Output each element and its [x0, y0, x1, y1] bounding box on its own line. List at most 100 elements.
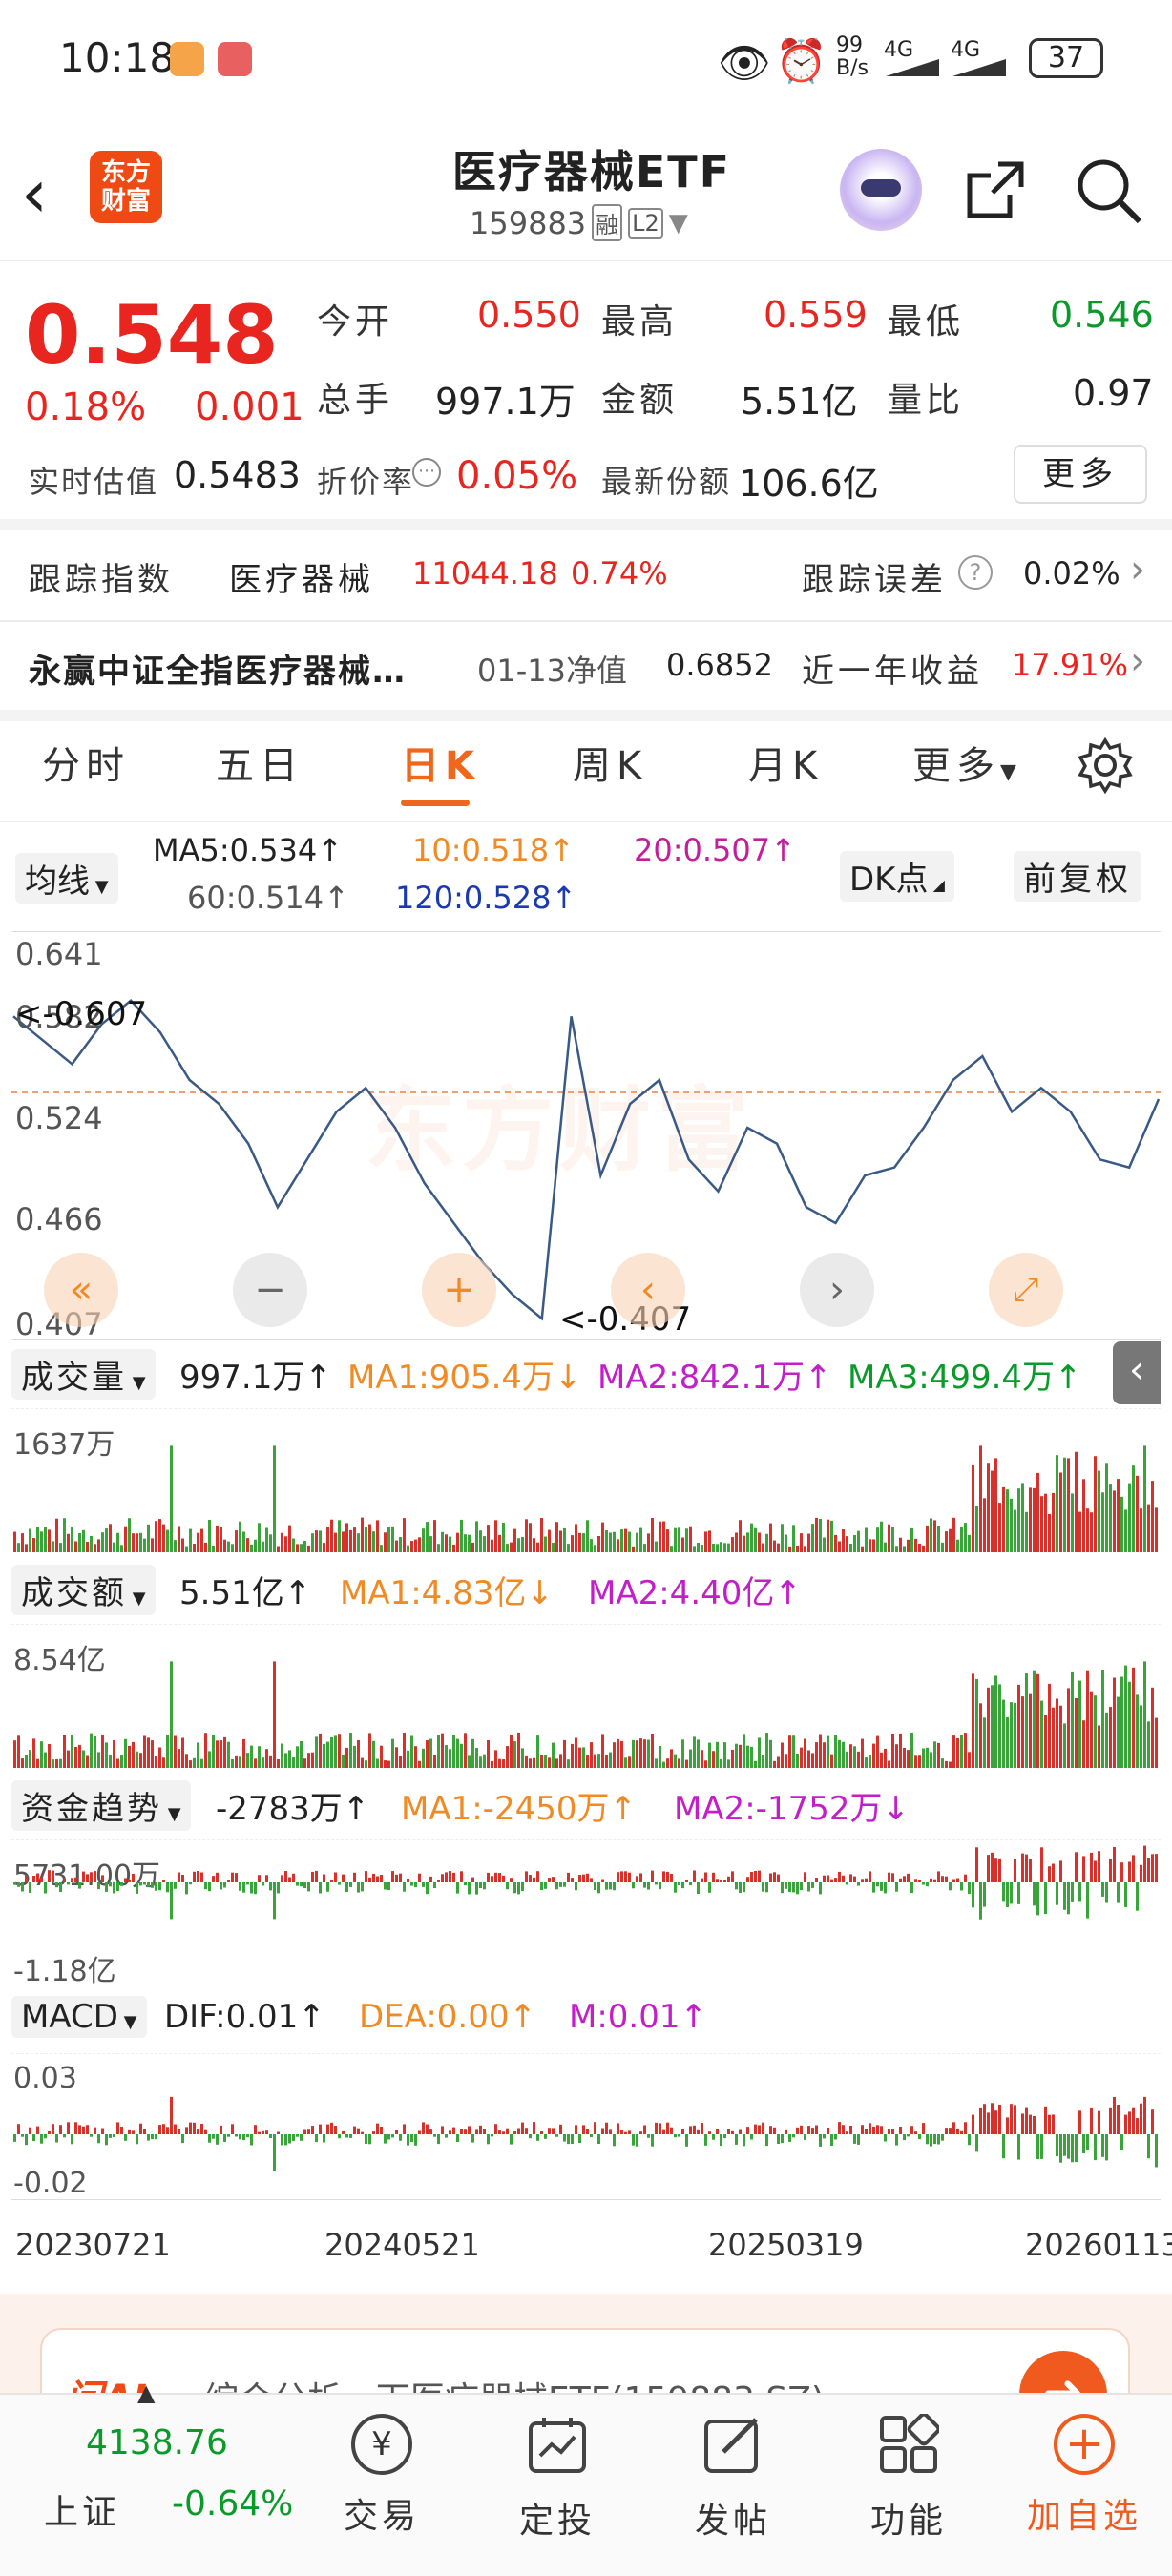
indicator-bar [281, 1875, 283, 1882]
indicator-bar [139, 1532, 142, 1552]
fund-row[interactable]: 永赢中证全指医疗器械… 01-13净值 0.6852 近一年收益 17.91% … [0, 622, 1172, 710]
tab-weekly-k[interactable]: 周K [573, 735, 647, 790]
amount-dropdown[interactable]: 成交额 ▼ [11, 1565, 156, 1615]
search-icon[interactable] [1073, 155, 1145, 227]
nav-add-watchlist[interactable]: + 加自选 [1017, 2414, 1151, 2538]
indicator-bar [1140, 2103, 1142, 2134]
indicator-bar [521, 2122, 524, 2134]
flow-dropdown[interactable]: 资金趋势 ▼ [11, 1780, 191, 1831]
collapse-panel-icon[interactable]: ‹ [1113, 1341, 1161, 1404]
indicator-bar [666, 1871, 669, 1882]
indicator-bar [731, 1537, 734, 1552]
indicator-bar [636, 1740, 638, 1768]
scroll-right-icon[interactable]: › [800, 1253, 874, 1327]
volume-ma3: MA3:499.4万↑ [848, 1359, 1082, 1397]
kline-chart[interactable]: 东方财富 0.641 0.582 0.524 0.466 0.407 <-0.6… [11, 931, 1161, 1342]
indicator-bar [265, 2130, 268, 2134]
zoom-out-icon[interactable]: − [233, 1253, 307, 1327]
indicator-bar [991, 1470, 994, 1552]
indicator-bar [212, 1735, 215, 1768]
nav-trade[interactable]: ¥ 交易 [315, 2414, 449, 2538]
indicator-bar [403, 1733, 406, 1768]
share-icon[interactable] [960, 156, 1029, 225]
indicator-bar [410, 2134, 413, 2142]
dk-point-dropdown[interactable]: DK点 ◢ [840, 851, 954, 902]
indicator-bar [559, 2124, 562, 2134]
indicator-bar [185, 1882, 188, 1895]
indicator-bar [811, 1882, 814, 1888]
scroll-left-icon[interactable]: ‹ [611, 1253, 685, 1327]
indicator-bar [422, 1882, 425, 1887]
nav-function[interactable]: 功能 [842, 2412, 975, 2543]
indicator-bar [846, 1751, 848, 1768]
indicator-bar [750, 2134, 753, 2140]
indicator-bar [823, 1875, 826, 1882]
indicator-bar [204, 1542, 207, 1552]
indicator-bar [319, 2124, 322, 2134]
settings-gear-icon[interactable] [1077, 737, 1134, 794]
tracking-row[interactable]: 跟踪指数 医疗器械 11044.18 0.74% 跟踪误差 ? 0.02% › [0, 530, 1172, 618]
indicator-bar [323, 1874, 325, 1882]
indicator-bar [1006, 1716, 1009, 1768]
tab-monthly-k[interactable]: 月K [748, 735, 823, 790]
indicator-bar [1101, 1670, 1104, 1768]
indicator-bar [712, 1872, 715, 1882]
back-icon[interactable]: ‹ [21, 155, 48, 233]
grid-icon [880, 2412, 941, 2473]
tab-five-day[interactable]: 五日 [216, 735, 303, 790]
indicator-bar [48, 1744, 51, 1768]
indicator-bar [136, 1751, 138, 1768]
scroll-left-fast-icon[interactable]: « [44, 1253, 118, 1327]
indicator-bar [689, 1882, 692, 1886]
indicator-bar [468, 1755, 471, 1768]
indicator-bar [216, 1872, 219, 1882]
tab-intraday[interactable]: 分时 [42, 735, 130, 790]
ma-dropdown[interactable]: 均线 ▼ [15, 853, 118, 904]
ai-prompt-box[interactable]: 问AI 综合分析一下医疗器械ETF(159883.SZ) ➜ [40, 2328, 1130, 2397]
indicator-bar [510, 1878, 513, 1882]
indicator-bar [880, 2126, 883, 2134]
indicator-bar [712, 1544, 715, 1552]
volume-dropdown[interactable]: 成交量 ▼ [11, 1349, 156, 1400]
market-index-change[interactable]: -0.64% [172, 2484, 293, 2524]
indicator-bar [697, 1543, 700, 1552]
indicator-bar [1090, 2107, 1093, 2134]
indicator-bar [1136, 1694, 1139, 1768]
ai-send-icon[interactable]: ➜ [1019, 2351, 1107, 2397]
indicator-bar [1147, 2134, 1150, 2159]
indicator-bar [1117, 2105, 1120, 2134]
indicator-bar [964, 2122, 967, 2134]
indicator-bar [326, 1741, 329, 1768]
indicator-bar [991, 1852, 994, 1882]
indicator-bar [120, 2127, 123, 2134]
nav-post[interactable]: 发帖 [666, 2414, 800, 2543]
indicator-bar [804, 2134, 806, 2140]
more-button[interactable]: 更多 [1014, 445, 1147, 504]
indicator-bar [1067, 2134, 1070, 2159]
indicator-bar [1155, 1507, 1158, 1552]
indicator-bar [475, 1521, 478, 1552]
indicator-bar [265, 1875, 268, 1882]
zoom-in-icon[interactable]: + [422, 1253, 496, 1327]
indicator-bar [456, 1882, 459, 1894]
ai-robot-icon[interactable] [840, 149, 922, 231]
stock-code-row[interactable]: 159883 融 L2 ▼ [470, 204, 688, 241]
indicator-bar [441, 1733, 444, 1768]
indicator-bar [468, 2126, 471, 2134]
help-icon[interactable]: ? [958, 555, 993, 590]
tab-more[interactable]: 更多▼ [912, 735, 1022, 790]
info-icon[interactable]: ⋯ [412, 458, 441, 487]
indicator-bar [956, 2128, 959, 2134]
indicator-bar [269, 1534, 272, 1552]
indicator-bar [785, 2129, 787, 2134]
indicator-bar [933, 1879, 936, 1882]
volume-ma1: MA1:905.4万↓ [347, 1359, 582, 1397]
macd-dropdown[interactable]: MACD ▼ [11, 1996, 147, 2038]
market-index-name[interactable]: 上证 [44, 2484, 120, 2534]
nav-dingtou[interactable]: 定投 [491, 2414, 624, 2543]
market-index-value[interactable]: 4138.76 [86, 2423, 228, 2462]
adjust-dropdown[interactable]: 前复权 [1014, 851, 1141, 902]
fullscreen-icon[interactable]: ⤢ [989, 1253, 1063, 1327]
indicator-bar [884, 1882, 887, 1894]
tab-daily-k[interactable]: 日K [401, 735, 480, 790]
